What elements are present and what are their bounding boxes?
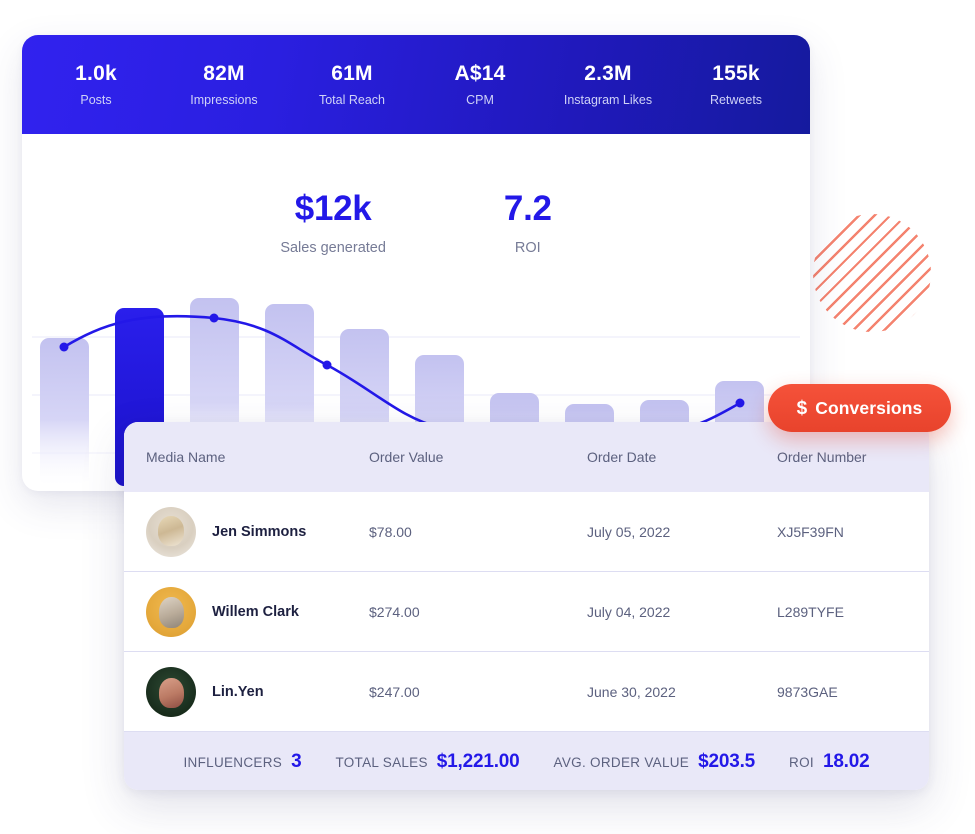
summary-value: $203.5 [698,751,756,772]
kpi-sales-generated: $12k Sales generated [280,189,386,256]
order-date: July 05, 2022 [587,523,671,540]
summary-label: INFLUENCERS [183,755,283,770]
order-date: July 04, 2022 [587,603,671,620]
kpi-row: $12k Sales generated 7.2 ROI [22,189,810,256]
media-cell: Lin.Yen [124,666,369,717]
kpi-roi: 7.2 ROI [503,189,552,256]
summary-label: ROI [789,755,814,770]
media-name: Lin.Yen [212,683,264,700]
order-value: $247.00 [369,683,420,700]
table-header-row: Media Name Order Value Order Date Order … [124,422,929,492]
media-cell: Willem Clark [124,586,369,637]
summary-label: AVG. ORDER VALUE [553,755,690,770]
order-date: June 30, 2022 [587,683,676,700]
media-name: Jen Simmons [212,523,307,540]
data-point [322,360,332,370]
data-point [209,313,219,323]
stat-posts: 1.0k Posts [32,61,160,107]
column-header-order-date: Order Date [587,449,657,465]
orders-table-card: Media Name Order Value Order Date Order … [124,422,929,790]
summary-roi: ROI 18.02 [789,751,870,773]
conversions-badge[interactable]: $ Conversions [768,384,951,432]
media-cell: Jen Simmons [124,506,369,557]
stat-label: Instagram Likes [563,92,653,107]
table-row[interactable]: Lin.Yen $247.00 June 30, 2022 9873GAE [124,652,929,732]
stat-value: 82M [203,62,245,86]
summary-total-sales: TOTAL SALES $1,221.00 [335,751,519,773]
kpi-value: 7.2 [503,189,552,228]
table-row[interactable]: Willem Clark $274.00 July 04, 2022 L289T… [124,572,929,652]
order-number: 9873GAE [777,683,838,700]
order-value: $274.00 [369,603,420,620]
data-point [735,398,745,408]
conversions-badge-label: Conversions [815,397,923,418]
stat-label: Posts [80,92,112,107]
column-header-media-name: Media Name [146,449,226,465]
summary-label: TOTAL SALES [335,755,428,770]
avatar [146,506,196,557]
stat-value: 1.0k [75,62,117,86]
dollar-icon: $ [796,397,808,419]
bar [40,338,89,486]
summary-value: 3 [291,751,302,772]
table-summary-bar: INFLUENCERS 3 TOTAL SALES $1,221.00 AVG.… [124,732,929,790]
stat-label: Retweets [709,92,763,107]
data-point [59,342,69,352]
column-header-order-value: Order Value [369,449,444,465]
stat-value: 155k [712,62,760,86]
kpi-value: $12k [294,189,372,228]
stat-impressions: 82M Impressions [160,61,288,107]
table-row[interactable]: Jen Simmons $78.00 July 05, 2022 XJ5F39F… [124,492,929,572]
column-header-order-number: Order Number [777,449,867,465]
stat-total-reach: 61M Total Reach [288,61,416,107]
striped-circle-decoration [813,214,931,332]
avatar [146,666,196,717]
order-value: $78.00 [369,523,412,540]
stat-value: 2.3M [584,62,632,86]
avatar [146,586,196,637]
summary-influencers: INFLUENCERS 3 [184,751,302,773]
stat-value: 61M [331,62,373,86]
header-stats-bar: 1.0k Posts 82M Impressions 61M Total Rea… [22,35,810,134]
summary-value: $1,221.00 [436,751,520,772]
order-number: L289TYFE [777,603,844,620]
summary-value: 18.02 [822,751,870,772]
stat-value: A$14 [454,62,506,86]
stat-cpm: A$14 CPM [416,61,544,107]
media-name: Willem Clark [212,603,299,620]
stat-retweets: 155k Retweets [672,61,800,107]
order-number: XJ5F39FN [777,523,844,540]
kpi-label: Sales generated [280,239,386,256]
kpi-label: ROI [514,239,541,256]
stat-label: Impressions [190,92,258,107]
summary-avg-order-value: AVG. ORDER VALUE $203.5 [554,751,756,773]
stat-label: Total Reach [318,92,385,107]
stat-label: CPM [466,92,494,107]
stat-instagram-likes: 2.3M Instagram Likes [544,61,672,107]
